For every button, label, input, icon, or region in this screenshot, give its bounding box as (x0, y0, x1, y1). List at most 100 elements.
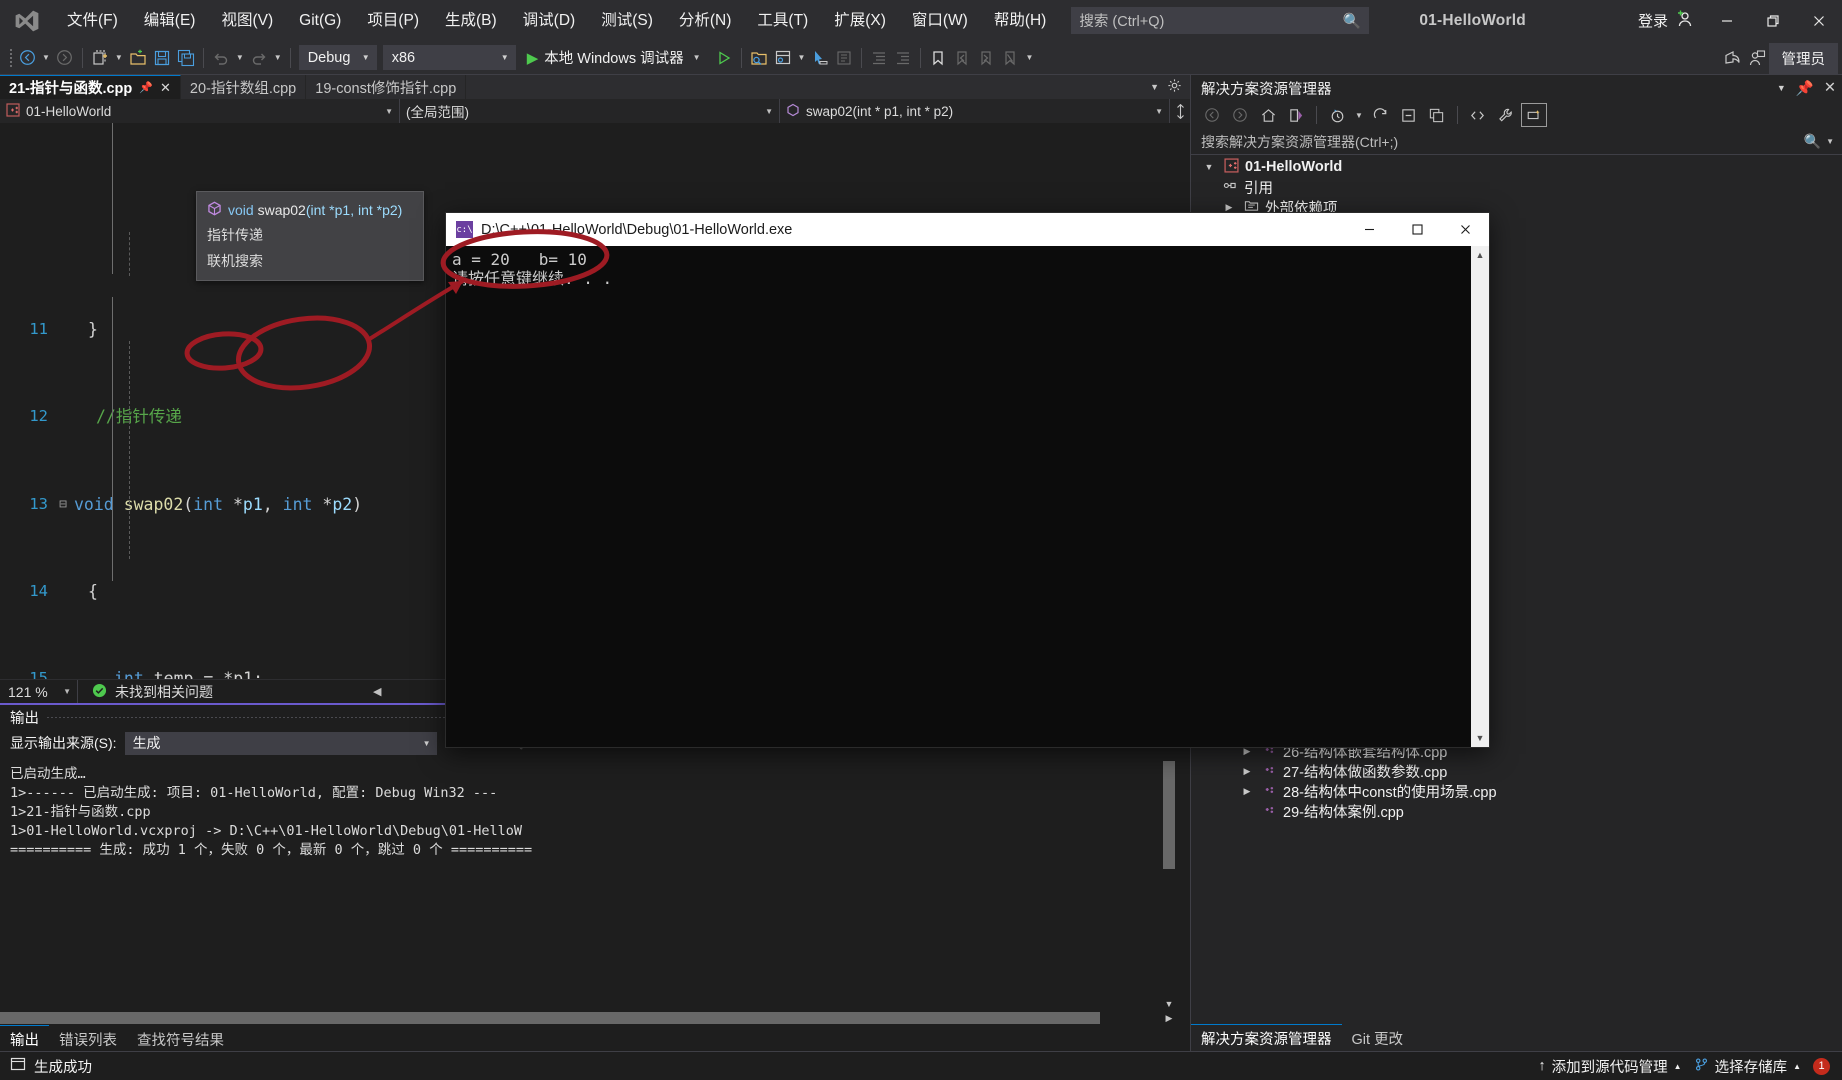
twisty-collapsed-icon[interactable]: ▶ (1221, 202, 1237, 213)
tab-19-const-pointer[interactable]: 19-const修饰指针.cpp (306, 75, 467, 99)
tree-item-file[interactable]: ▶ 28-结构体中const的使用场景.cpp (1191, 781, 1842, 801)
twisty-collapsed-icon[interactable]: ▶ (1239, 786, 1255, 797)
back-dropdown-icon[interactable]: ▼ (39, 53, 53, 62)
menu-edit[interactable]: 编辑(E) (131, 0, 209, 41)
scrollbar-thumb[interactable] (1163, 761, 1175, 869)
console-minimize-button[interactable] (1345, 213, 1393, 246)
navigate-forward-icon[interactable] (53, 45, 77, 71)
pin-icon[interactable]: 📌 (1796, 80, 1814, 97)
footer-tab-solution-explorer[interactable]: 解决方案资源管理器 (1191, 1024, 1342, 1052)
open-file-icon[interactable] (126, 45, 150, 71)
twisty-expanded-icon[interactable]: ▼ (1201, 162, 1217, 172)
close-button[interactable] (1796, 0, 1842, 41)
refresh-icon[interactable] (1368, 103, 1394, 127)
menu-debug[interactable]: 调试(D) (510, 0, 589, 41)
split-editor-icon[interactable] (1170, 99, 1190, 123)
tree-item-file[interactable]: ▶ 27-结构体做函数参数.cpp (1191, 761, 1842, 781)
share-icon[interactable] (1721, 45, 1745, 71)
find-in-files-icon[interactable] (747, 45, 771, 71)
show-code-icon[interactable] (1465, 103, 1491, 127)
undo-icon[interactable] (209, 45, 233, 71)
feedback-person-icon[interactable] (1745, 45, 1769, 71)
console-close-button[interactable] (1441, 213, 1489, 246)
restore-button[interactable] (1750, 0, 1796, 41)
console-scrollbar[interactable]: ▲ ▼ (1471, 246, 1489, 747)
start-debugging-button[interactable]: ▶ 本地 Windows 调试器 ▼ (519, 45, 712, 71)
scroll-up-icon[interactable]: ▲ (1471, 246, 1489, 264)
source-control-button[interactable]: ↑ 添加到源代码管理 ▲ (1538, 1056, 1681, 1077)
save-all-icon[interactable] (174, 45, 198, 71)
window-layout-icon[interactable] (771, 45, 795, 71)
comment-icon[interactable] (832, 45, 856, 71)
scroll-down-icon[interactable]: ▼ (1162, 997, 1176, 1011)
output-text[interactable]: 已启动生成… 1>------ 已启动生成: 项目: 01-HelloWorld… (0, 761, 1190, 1027)
save-icon[interactable] (150, 45, 174, 71)
redo-icon[interactable] (247, 45, 271, 71)
output-horizontal-scrollbar[interactable] (0, 1011, 1162, 1025)
cursor-select-icon[interactable] (808, 45, 832, 71)
tree-item-references[interactable]: 引用 (1191, 177, 1842, 197)
sync-with-active-doc-icon[interactable] (1283, 103, 1309, 127)
zoom-level-selector[interactable]: 121 % ▼ (0, 679, 78, 704)
console-window[interactable]: c:\ D:\C++\01-HelloWorld\Debug\01-HelloW… (445, 212, 1490, 748)
gear-icon[interactable] (1167, 78, 1182, 97)
scrollbar-thumb[interactable] (0, 1012, 1100, 1024)
menu-build[interactable]: 生成(B) (432, 0, 510, 41)
platform-combo[interactable]: x86 ▼ (382, 45, 516, 70)
chevron-down-icon[interactable]: ▼ (1777, 83, 1786, 93)
preview-selected-icon[interactable] (1520, 103, 1547, 127)
output-tab-error-list[interactable]: 错误列表 (49, 1026, 127, 1053)
menu-analyze[interactable]: 分析(N) (666, 0, 745, 41)
search-input[interactable]: 搜索 (Ctrl+Q) 🔍 (1071, 7, 1370, 34)
layout-dropdown-icon[interactable]: ▼ (795, 53, 809, 62)
console-title-bar[interactable]: c:\ D:\C++\01-HelloWorld\Debug\01-HelloW… (446, 213, 1489, 246)
new-project-icon[interactable] (88, 45, 112, 71)
scrollbar-track[interactable] (1471, 264, 1489, 729)
tab-close-icon[interactable]: ✕ (160, 80, 171, 96)
footer-tab-git-changes[interactable]: Git 更改 (1342, 1025, 1414, 1052)
output-tab-output[interactable]: 输出 (0, 1025, 49, 1053)
play-outline-icon[interactable] (712, 45, 736, 71)
home-icon[interactable] (1255, 103, 1281, 127)
solution-explorer-search-input[interactable]: 搜索解决方案资源管理器(Ctrl+;) 🔍 ▼ (1191, 129, 1842, 155)
menu-extensions[interactable]: 扩展(X) (821, 0, 899, 41)
output-source-combo[interactable]: 生成 ▼ (124, 731, 437, 755)
member-selector[interactable]: swap02(int * p1, int * p2) ▼ (780, 99, 1170, 123)
console-output[interactable]: a = 20 b= 10 请按任意键继续. . . (446, 246, 1471, 747)
pin-icon[interactable]: 📌 (139, 81, 153, 94)
collapse-left-icon[interactable]: ◀ (373, 685, 381, 698)
new-project-dropdown-icon[interactable]: ▼ (112, 53, 126, 62)
scroll-down-icon[interactable]: ▼ (1471, 729, 1489, 747)
prev-bookmark-icon[interactable] (950, 45, 974, 71)
select-repository-button[interactable]: 选择存储库 ▲ (1694, 1056, 1801, 1077)
navigate-back-icon[interactable] (15, 45, 39, 71)
configuration-combo[interactable]: Debug ▼ (298, 45, 377, 70)
output-vertical-scrollbar[interactable] (1162, 761, 1176, 1011)
twisty-collapsed-icon[interactable]: ▶ (1239, 766, 1255, 777)
menu-project[interactable]: 项目(P) (354, 0, 432, 41)
quick-info-search-online-link[interactable]: 联机搜索 (197, 248, 423, 274)
toolbar-overflow-icon[interactable]: ▼ (1022, 53, 1036, 62)
chevron-down-icon[interactable]: ▼ (1352, 111, 1366, 120)
project-selector[interactable]: 01-HelloWorld ▼ (0, 99, 400, 123)
chevron-down-icon[interactable]: ▼ (1826, 137, 1834, 146)
next-bookmark-icon[interactable] (974, 45, 998, 71)
properties-wrench-icon[interactable] (1493, 103, 1519, 127)
output-tab-find-symbol-results[interactable]: 查找符号结果 (127, 1026, 234, 1053)
close-icon[interactable]: ✕ (1824, 80, 1836, 96)
chevron-down-icon[interactable]: ▼ (1150, 82, 1159, 92)
sign-in-button[interactable]: 登录 (1628, 9, 1704, 33)
show-all-files-icon[interactable] (1424, 103, 1450, 127)
scroll-right-icon[interactable]: ▶ (1162, 1011, 1176, 1025)
menu-file[interactable]: 文件(F) (54, 0, 131, 41)
outdent-icon[interactable] (867, 45, 891, 71)
collapse-all-icon[interactable] (1396, 103, 1422, 127)
minimize-button[interactable] (1704, 0, 1750, 41)
notifications-button[interactable]: 1 (1813, 1057, 1830, 1075)
console-maximize-button[interactable] (1393, 213, 1441, 246)
fold-collapse-icon[interactable]: ⊟ (52, 494, 74, 516)
clear-bookmark-icon[interactable] (998, 45, 1022, 71)
tree-item-project[interactable]: ▼ 01-HelloWorld (1191, 157, 1842, 177)
undo-dropdown-icon[interactable]: ▼ (233, 53, 247, 62)
menu-window[interactable]: 窗口(W) (899, 0, 981, 41)
